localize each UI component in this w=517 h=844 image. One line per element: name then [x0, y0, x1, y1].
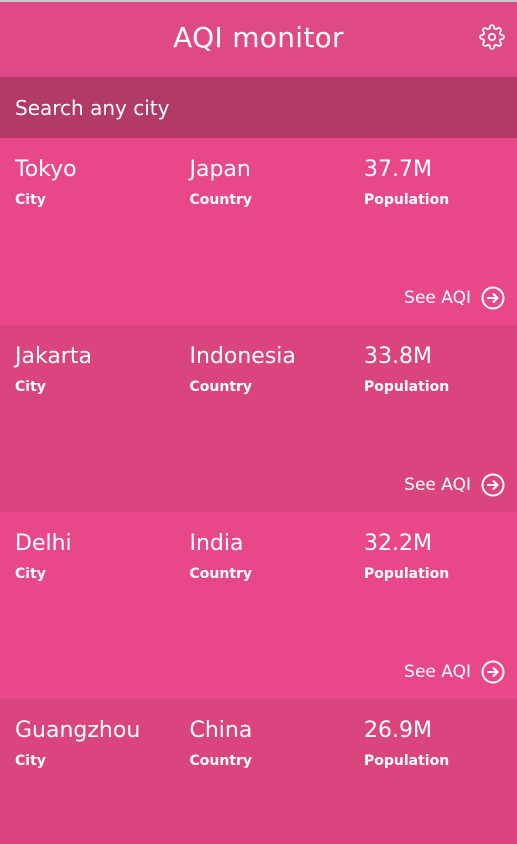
city-name: Tokyo: [15, 157, 77, 182]
population-label: Population: [364, 192, 450, 208]
country-name: India: [189, 531, 244, 556]
city-field: Jakarta City: [15, 343, 190, 395]
city-label: City: [15, 566, 46, 582]
city-name: Guangzhou: [15, 718, 141, 743]
city-list: Tokyo City Japan Country 37.7M Populatio…: [0, 138, 517, 844]
country-name: Indonesia: [189, 344, 296, 369]
app-container: AQI monitor Tokyo City Japan Country 37.…: [0, 2, 517, 844]
country-label: Country: [189, 379, 253, 395]
population-field: 26.9M Population: [364, 717, 517, 769]
country-field: China Country: [190, 717, 365, 769]
arrow-right-circle-icon: [481, 286, 505, 310]
country-label: Country: [189, 192, 253, 208]
see-aqi-button[interactable]: See AQI: [404, 473, 505, 497]
country-field: India Country: [190, 530, 365, 582]
city-label: City: [15, 379, 46, 395]
population-field: 37.7M Population: [364, 156, 517, 208]
arrow-right-circle-icon: [481, 660, 505, 684]
settings-button[interactable]: [479, 24, 505, 50]
country-label: Country: [189, 753, 253, 769]
arrow-right-circle-icon: [481, 473, 505, 497]
population-label: Population: [364, 753, 450, 769]
city-name: Delhi: [15, 531, 72, 556]
population-value: 32.2M: [364, 531, 432, 556]
city-card: Delhi City India Country 32.2M Populatio…: [0, 512, 517, 699]
city-field: Delhi City: [15, 530, 190, 582]
search-input[interactable]: [15, 95, 502, 120]
city-name: Jakarta: [15, 344, 92, 369]
population-label: Population: [364, 566, 450, 582]
city-card: Tokyo City Japan Country 37.7M Populatio…: [0, 138, 517, 325]
city-card-fields: Guangzhou City China Country 26.9M Popul…: [0, 699, 517, 769]
city-card: Jakarta City Indonesia Country 33.8M Pop…: [0, 325, 517, 512]
see-aqi-button[interactable]: See AQI: [404, 286, 505, 310]
country-field: Indonesia Country: [190, 343, 365, 395]
city-field: Guangzhou City: [15, 717, 190, 769]
population-field: 32.2M Population: [364, 530, 517, 582]
population-value: 37.7M: [364, 157, 432, 182]
see-aqi-button[interactable]: See AQI: [404, 660, 505, 684]
gear-icon: [479, 24, 505, 50]
city-label: City: [15, 753, 46, 769]
population-value: 33.8M: [364, 344, 432, 369]
country-label: Country: [189, 566, 253, 582]
see-aqi-label: See AQI: [404, 475, 471, 495]
city-card: Guangzhou City China Country 26.9M Popul…: [0, 699, 517, 844]
country-name: China: [189, 718, 253, 743]
see-aqi-label: See AQI: [404, 662, 471, 682]
app-title: AQI monitor: [173, 21, 344, 54]
population-field: 33.8M Population: [364, 343, 517, 395]
city-field: Tokyo City: [15, 156, 190, 208]
city-card-fields: Delhi City India Country 32.2M Populatio…: [0, 512, 517, 582]
city-card-fields: Jakarta City Indonesia Country 33.8M Pop…: [0, 325, 517, 395]
country-field: Japan Country: [190, 156, 365, 208]
see-aqi-label: See AQI: [404, 288, 471, 308]
country-name: Japan: [189, 157, 251, 182]
city-label: City: [15, 192, 46, 208]
search-bar: [0, 77, 517, 138]
population-value: 26.9M: [364, 718, 432, 743]
city-card-fields: Tokyo City Japan Country 37.7M Populatio…: [0, 138, 517, 208]
app-header: AQI monitor: [0, 2, 517, 77]
population-label: Population: [364, 379, 450, 395]
